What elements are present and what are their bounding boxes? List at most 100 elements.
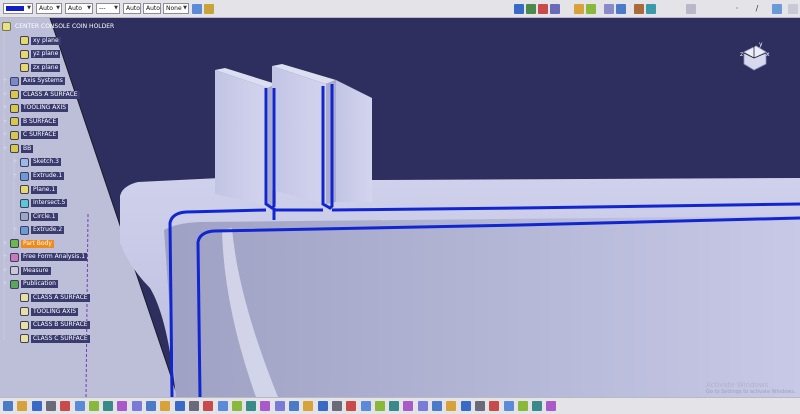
measure-icon[interactable] — [646, 4, 656, 14]
expand-toggle-icon[interactable]: + — [12, 173, 18, 179]
tree-item[interactable]: + Measure — [2, 265, 51, 276]
tree-item[interactable]: + Free Form Analysis.1 — [2, 252, 88, 263]
measure-between-icon[interactable] — [460, 401, 471, 411]
apply-material-icon[interactable] — [686, 4, 696, 14]
zoom-in-icon[interactable] — [274, 401, 285, 411]
part-geometry[interactable] — [0, 18, 800, 397]
line-type-combo[interactable]: --- ▼ — [96, 3, 120, 14]
publish-icon[interactable] — [532, 401, 543, 411]
sketcher-icon[interactable] — [217, 401, 228, 411]
view-normal-icon[interactable] — [514, 4, 524, 14]
tree-item[interactable]: CLASS A SURFACE — [12, 292, 90, 303]
view-mode-icon[interactable] — [550, 4, 560, 14]
expand-toggle-icon[interactable]: + — [2, 78, 8, 84]
properties-icon[interactable] — [204, 4, 214, 14]
tree-item[interactable]: + Sketch.3 — [12, 157, 61, 168]
point-icon[interactable]: · — [732, 4, 742, 14]
hide-icon[interactable] — [374, 401, 385, 411]
expand-toggle-icon[interactable]: + — [2, 267, 8, 274]
save-icon[interactable] — [31, 401, 42, 411]
zoom-out-icon[interactable] — [289, 401, 299, 411]
undo-icon[interactable] — [103, 401, 114, 411]
tree-item[interactable]: CLASS C SURFACE — [12, 333, 90, 344]
expand-toggle-icon[interactable]: + — [2, 132, 8, 138]
expand-toggle-icon[interactable]: + — [12, 159, 18, 165]
layer-combo[interactable]: None ▼ — [163, 3, 189, 14]
iso-view-icon[interactable] — [317, 401, 328, 411]
render-style-combo[interactable]: Auto — [143, 3, 161, 14]
expand-toggle-icon[interactable]: + — [2, 91, 8, 98]
fit-all-icon[interactable] — [331, 401, 342, 411]
render-icon[interactable] — [360, 401, 371, 411]
line-icon[interactable]: / — [752, 4, 762, 14]
tree-item[interactable]: + Publication — [2, 279, 58, 290]
expand-toggle-icon[interactable]: + — [2, 281, 8, 287]
tools-icon[interactable] — [517, 401, 528, 411]
tree-item[interactable]: yz plane — [12, 49, 61, 60]
tree-item[interactable]: zx plane — [12, 62, 61, 73]
transparency-combo[interactable]: Auto ▼ — [36, 3, 62, 14]
lock-icon[interactable] — [634, 4, 644, 14]
specification-tree[interactable]: CENTER CONSOLE COIN HOLDER xy plane yz pl… — [0, 18, 120, 397]
expand-toggle-icon[interactable]: + — [12, 227, 18, 233]
new-icon[interactable] — [3, 401, 13, 411]
fly-icon[interactable] — [403, 401, 414, 411]
walk-icon[interactable] — [417, 401, 428, 411]
copy-icon[interactable] — [74, 401, 85, 411]
rotate-icon[interactable] — [260, 401, 271, 411]
export-icon[interactable] — [546, 401, 557, 411]
expand-toggle-icon[interactable]: + — [2, 105, 8, 111]
swap-icon[interactable] — [389, 401, 400, 411]
link-icon[interactable] — [432, 401, 442, 411]
line-weight-combo[interactable]: Auto ▼ — [65, 3, 93, 14]
tree-item[interactable]: xy plane — [12, 35, 61, 46]
pan-icon[interactable] — [246, 401, 257, 411]
paste-icon[interactable] — [88, 401, 99, 411]
whats-this-icon[interactable] — [131, 401, 142, 411]
normal-view-icon[interactable] — [303, 401, 314, 411]
view-iso-icon[interactable] — [526, 4, 536, 14]
hide-show-icon[interactable] — [574, 4, 584, 14]
toolbar-more-icon[interactable] — [788, 4, 798, 14]
cut-icon[interactable] — [60, 401, 71, 411]
redo-icon[interactable] — [117, 401, 128, 411]
web-icon[interactable] — [489, 401, 500, 411]
tree-item[interactable]: Intersect.5 — [12, 198, 68, 209]
shading-edges-icon[interactable] — [616, 4, 626, 14]
open-icon[interactable] — [17, 401, 28, 411]
point-type-combo[interactable]: Auto — [123, 3, 141, 14]
tree-item[interactable]: TOOLING AXIS — [12, 306, 79, 317]
color-combo[interactable]: ▼ — [3, 3, 33, 14]
tree-item[interactable]: + CLASS A SURFACE — [2, 89, 80, 100]
tree-item[interactable]: + Extrude.2 — [12, 225, 65, 236]
tree-root[interactable]: CENTER CONSOLE COIN HOLDER — [2, 21, 116, 32]
catalog-icon[interactable] — [174, 401, 185, 411]
plane-tool-icon[interactable] — [772, 4, 782, 14]
painter-icon[interactable] — [192, 4, 202, 14]
keyboard-icon[interactable] — [203, 401, 214, 411]
macro-icon[interactable] — [188, 401, 199, 411]
expand-toggle-icon[interactable]: + — [2, 118, 8, 125]
tree-item[interactable]: Circle.1 — [12, 211, 58, 222]
swap-space-icon[interactable] — [586, 4, 596, 14]
tree-item[interactable]: + Axis Systems — [2, 76, 65, 87]
knowledge-icon[interactable] — [160, 401, 171, 411]
multi-view-icon[interactable] — [346, 401, 357, 411]
shading-icon[interactable] — [604, 4, 614, 14]
tree-item[interactable]: Plane.1 — [12, 184, 58, 195]
3d-viewport[interactable]: y x z — [0, 18, 800, 397]
compass-widget[interactable]: y x z — [740, 40, 770, 72]
expand-toggle-icon[interactable]: + — [2, 145, 8, 152]
tree-item[interactable]: + B SURFACE — [2, 116, 59, 127]
update-icon[interactable] — [231, 401, 242, 411]
lock-icon[interactable] — [503, 401, 514, 411]
view-front-icon[interactable] — [538, 4, 548, 14]
tree-item[interactable]: + TOOLING AXIS — [2, 103, 69, 114]
expand-toggle-icon[interactable]: + — [2, 254, 8, 260]
print-icon[interactable] — [45, 401, 56, 411]
expand-toggle-icon[interactable]: + — [2, 240, 8, 247]
tree-item[interactable]: + C SURFACE — [2, 130, 59, 141]
tree-item[interactable]: + BB — [2, 143, 34, 154]
formula-icon[interactable] — [146, 401, 156, 411]
analysis-tool-icon[interactable] — [446, 401, 457, 411]
